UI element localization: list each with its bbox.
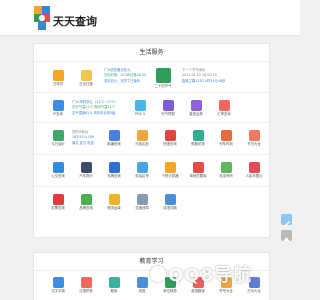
- logo-text: 天天查询: [53, 15, 97, 28]
- jieqi-label: 二十四节气: [154, 84, 172, 88]
- train-icon: [220, 130, 232, 141]
- driver-icon: [192, 162, 204, 173]
- pm25-link[interactable]: PM2.5: [126, 100, 154, 117]
- car-icon: [80, 162, 92, 173]
- area-code-link[interactable]: 电话区号: [128, 162, 156, 179]
- bus-icon: [52, 162, 64, 173]
- logistics-icon: [108, 194, 120, 205]
- logistics-link[interactable]: 物流运单: [100, 194, 128, 211]
- weather-info: 广州 晴转多云（11℃~21℃） 白天气温21℃ 夜间气温11℃ 空气湿度62%…: [72, 100, 118, 115]
- express-icon: [164, 130, 176, 141]
- violation-link[interactable]: 交通违章: [128, 194, 156, 211]
- rmb-link[interactable]: 人民币图片: [240, 162, 268, 179]
- festival-link[interactable]: 节日大全: [240, 130, 268, 147]
- postcode-icon: [108, 130, 120, 141]
- sunrise-label: 日出日落: [79, 82, 93, 86]
- feedback-button[interactable]: [281, 214, 292, 227]
- idiom-icon: [164, 194, 176, 205]
- driver-test-link[interactable]: 驾驶员题库: [184, 162, 212, 179]
- dictionary-icon: [52, 277, 64, 288]
- logo-icon: [34, 6, 50, 30]
- idiom-link[interactable]: 成语词典: [156, 194, 184, 211]
- ip-info: 您的IP地址 183.93.0.189 湖北 武汉 电信: [72, 130, 95, 145]
- brand-link[interactable]: 品牌查询: [72, 194, 100, 211]
- calculator-icon: [164, 162, 176, 173]
- horoscope-link[interactable]: 星座运势: [182, 100, 210, 117]
- lottery-icon: [52, 194, 64, 205]
- tax-link[interactable]: 个税计算器: [156, 162, 184, 179]
- brand-icon: [80, 194, 92, 205]
- sunrise-link[interactable]: 日出日落: [72, 70, 100, 87]
- weather-icon: [162, 100, 174, 111]
- site-header: 天天查询: [0, 0, 300, 36]
- plate-icon: [108, 162, 120, 173]
- bus-link[interactable]: 公交查询: [44, 162, 72, 179]
- calendar-icon: [52, 70, 64, 81]
- region-icon: [136, 130, 148, 141]
- pinyin-icon: [80, 277, 92, 288]
- pencil-icon: [284, 221, 290, 227]
- phone-number-link[interactable]: 电话号码: [212, 162, 240, 179]
- train-link[interactable]: 列车时刻: [212, 130, 240, 147]
- life-services-card: 生活服务 万年历 日出日落 广州农历腊月初九 日出时间：07:09日落18:32…: [33, 43, 270, 238]
- site-logo[interactable]: 天天查询: [33, 4, 97, 32]
- violation-icon: [136, 194, 148, 205]
- jieqi-info: 下一个节气雨水 2023.02.19 16:00:18 距离立春12天14时34…: [182, 68, 226, 83]
- holiday-link[interactable]: 假期安排: [184, 130, 212, 147]
- watermark-text: QQ8导航: [168, 265, 253, 286]
- lottery-link[interactable]: 彩票查询: [44, 194, 72, 211]
- region-link[interactable]: 行政区划: [128, 130, 156, 147]
- express-link[interactable]: 快递查询: [156, 130, 184, 147]
- oil-price-link[interactable]: 今日油价: [44, 130, 72, 147]
- edu-item-pinyin[interactable]: 汉语拼音: [72, 277, 100, 294]
- weather-link[interactable]: 天气预报: [154, 100, 182, 117]
- horoscope-icon: [190, 100, 202, 111]
- phonebook-icon: [220, 162, 232, 173]
- exchange-link[interactable]: 汇率查询: [210, 100, 238, 117]
- jieqi-link[interactable]: 二十四节气: [148, 68, 178, 89]
- car-price-link[interactable]: 汽车报价: [72, 162, 100, 179]
- oil-icon: [52, 130, 64, 141]
- pm25-icon: [134, 100, 146, 111]
- jieqi-icon: [155, 68, 171, 83]
- sunrise-icon: [80, 70, 92, 81]
- arrow-up-icon: [283, 237, 290, 241]
- watermark-logo-icon: [150, 266, 166, 282]
- postcode-link[interactable]: 邮编查询: [100, 130, 128, 147]
- idiom-book-icon: [136, 277, 148, 288]
- calendar-link[interactable]: 万年历: [44, 70, 72, 87]
- plate-link[interactable]: 车牌查询: [100, 162, 128, 179]
- edu-item-quiz[interactable]: 题库: [100, 277, 128, 294]
- back-to-top-button[interactable]: [281, 230, 292, 241]
- rmb-icon: [248, 162, 260, 173]
- ip-icon: [52, 100, 64, 111]
- festival-icon: [248, 130, 260, 141]
- ip-query-link[interactable]: IP查询: [44, 100, 72, 117]
- life-services-title: 生活服务: [34, 44, 269, 62]
- phone-icon: [136, 162, 148, 173]
- calendar-label: 万年历: [52, 82, 64, 86]
- exchange-icon: [218, 100, 230, 111]
- quiz-icon: [108, 277, 120, 288]
- calendar-info: 广州农历腊月初九 日出时间：07:09日落18:32 农历初九 · 农历丁巳兔年: [104, 68, 147, 83]
- holiday-icon: [192, 130, 204, 141]
- edu-item-dict[interactable]: 汉字字典: [44, 277, 72, 294]
